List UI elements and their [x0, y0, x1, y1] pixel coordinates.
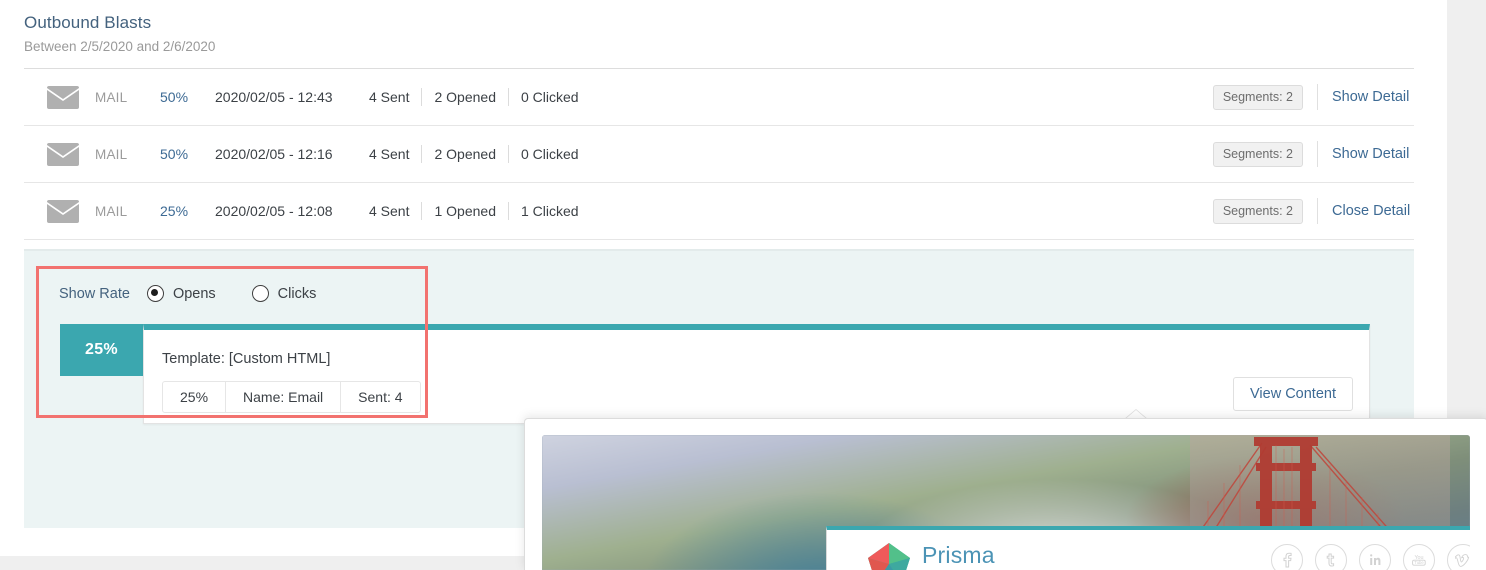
row-actions: Segments: 2 Close Detail [1212, 183, 1414, 239]
row-primary-info: MAIL 25% 2020/02/05 - 12:08 4 Sent 1 Ope… [24, 199, 591, 223]
stat-clicked: 0 Clicked [520, 146, 579, 162]
action-divider [1317, 84, 1318, 110]
radio-opens-icon[interactable] [146, 285, 164, 302]
metric-name: Name: Email [243, 389, 324, 405]
table-row[interactable]: MAIL 25% 2020/02/05 - 12:08 4 Sent 1 Ope… [24, 183, 1414, 240]
stat-clicked: 1 Clicked [520, 203, 579, 219]
channel-label: MAIL [95, 89, 128, 105]
show-rate-control: Show Rate Opens Clicks [59, 285, 352, 302]
segments-badge[interactable]: Segments: 2 [1212, 84, 1303, 110]
blast-list: MAIL 50% 2020/02/05 - 12:43 4 Sent 2 Ope… [24, 69, 1414, 240]
row-actions: Segments: 2 Show Detail [1212, 126, 1414, 182]
open-rate: 50% [160, 146, 189, 162]
prisma-logo-icon [867, 542, 911, 570]
brand-lockup: Prisma BANK [867, 542, 995, 570]
vimeo-icon[interactable] [1447, 544, 1470, 570]
mail-icon [47, 142, 79, 166]
channel-label: MAIL [95, 146, 128, 162]
action-divider [1317, 141, 1318, 167]
twitter-icon[interactable] [1315, 544, 1347, 570]
linkedin-icon[interactable] [1359, 544, 1391, 570]
template-metrics: 25% Name: Email Sent: 4 [162, 381, 421, 413]
show-detail-link[interactable]: Show Detail [1332, 146, 1414, 162]
youtube-icon[interactable]: You Tube [1403, 544, 1435, 570]
radio-opens-label: Opens [172, 285, 216, 302]
mail-icon [47, 199, 79, 223]
stat-opened: 2 Opened [434, 89, 496, 105]
page-header: Outbound Blasts Between 2/5/2020 and 2/6… [24, 12, 1414, 57]
segments-badge[interactable]: Segments: 2 [1212, 198, 1303, 224]
stat-opened: 1 Opened [434, 203, 496, 219]
table-row[interactable]: MAIL 50% 2020/02/05 - 12:16 4 Sent 2 Ope… [24, 126, 1414, 183]
sent-timestamp: 2020/02/05 - 12:16 [215, 146, 333, 162]
facebook-icon[interactable] [1271, 544, 1303, 570]
email-preview-canvas: Prisma BANK YouTube [542, 435, 1470, 570]
panel-top-border [24, 249, 1414, 251]
channel-label: MAIL [95, 203, 128, 219]
page-date-range: Between 2/5/2020 and 2/6/2020 [24, 39, 216, 54]
sent-timestamp: 2020/02/05 - 12:43 [215, 89, 333, 105]
stat-sent: 4 Sent [369, 89, 410, 105]
row-stats: 4 Sent 2 Opened 0 Clicked [369, 88, 591, 106]
template-detail-card: Template: [Custom HTML] 25% Name: Email … [143, 324, 1370, 424]
radio-option-opens[interactable]: Opens [146, 285, 216, 302]
show-rate-label: Show Rate [59, 285, 130, 302]
rate-chip: 25% [60, 324, 143, 376]
radio-option-clicks[interactable]: Clicks [251, 285, 317, 302]
page-title: Outbound Blasts [24, 13, 152, 32]
email-preview-modal: Prisma BANK YouTube [524, 418, 1486, 570]
template-name: Template: [Custom HTML] [162, 351, 331, 367]
mail-icon [47, 85, 79, 109]
stat-sent: 4 Sent [369, 146, 410, 162]
open-rate: 50% [160, 89, 189, 105]
svg-text:Tube: Tube [1414, 560, 1424, 565]
row-stats: 4 Sent 2 Opened 0 Clicked [369, 145, 591, 163]
brand-text: Prisma BANK [922, 544, 995, 570]
metric-rate: 25% [180, 389, 209, 405]
stat-clicked: 0 Clicked [520, 89, 579, 105]
brand-name: Prisma [922, 542, 995, 569]
open-rate: 25% [160, 203, 189, 219]
social-links: You Tube [1271, 544, 1470, 570]
radio-clicks-label: Clicks [277, 285, 317, 302]
segments-badge[interactable]: Segments: 2 [1212, 141, 1303, 167]
action-divider [1317, 198, 1318, 224]
radio-clicks-icon[interactable] [251, 285, 269, 302]
email-body-card: Prisma BANK YouTube [826, 526, 1470, 570]
table-row[interactable]: MAIL 50% 2020/02/05 - 12:43 4 Sent 2 Ope… [24, 69, 1414, 126]
row-primary-info: MAIL 50% 2020/02/05 - 12:16 4 Sent 2 Ope… [24, 142, 591, 166]
stat-sent: 4 Sent [369, 203, 410, 219]
metric-sent: Sent: 4 [358, 389, 403, 405]
stat-opened: 2 Opened [434, 146, 496, 162]
row-primary-info: MAIL 50% 2020/02/05 - 12:43 4 Sent 2 Ope… [24, 85, 591, 109]
row-stats: 4 Sent 1 Opened 1 Clicked [369, 202, 591, 220]
close-detail-link[interactable]: Close Detail [1332, 203, 1414, 219]
show-detail-link[interactable]: Show Detail [1332, 89, 1414, 105]
view-content-button[interactable]: View Content [1233, 377, 1353, 411]
outbound-blasts-page: Outbound Blasts Between 2/5/2020 and 2/6… [0, 0, 1486, 570]
sent-timestamp: 2020/02/05 - 12:08 [215, 203, 333, 219]
row-actions: Segments: 2 Show Detail [1212, 69, 1414, 125]
